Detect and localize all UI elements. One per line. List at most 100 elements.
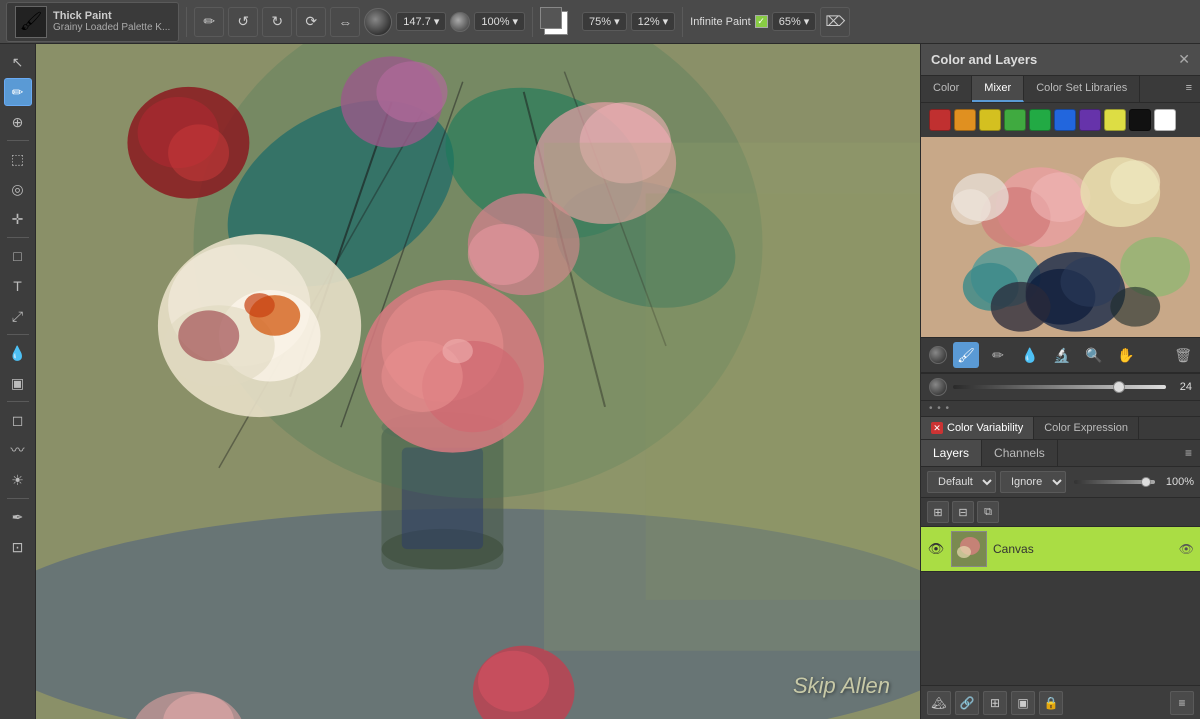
sep1 [186, 7, 187, 37]
layer-duplicate-btn[interactable]: ⧉ [977, 501, 999, 523]
layer-new-btn[interactable]: ⊞ [927, 501, 949, 523]
layer-thumbnail [951, 531, 987, 567]
swatch-purple[interactable] [1079, 109, 1101, 131]
left-sep4 [7, 401, 29, 402]
cv-tab-expression[interactable]: Color Expression [1034, 417, 1139, 439]
layer-item-canvas[interactable]: 👁 Canvas 👁 [921, 527, 1200, 572]
undo-btn[interactable]: ↺ [228, 7, 258, 37]
left-tool-transform[interactable]: ⊕ [4, 108, 32, 136]
eraser-btn[interactable]: ⌦ [820, 7, 850, 37]
layer-visibility-eye[interactable]: 👁 [927, 540, 945, 558]
zoom-control[interactable]: 65% ▾ [772, 12, 817, 31]
mixer-delete-btn[interactable]: 🗑 [1174, 347, 1192, 364]
left-tool-warp[interactable]: ⤢ [4, 302, 32, 330]
mixer-eyedropper-btn[interactable]: 💧 [1017, 342, 1043, 368]
tab-color[interactable]: Color [921, 76, 972, 102]
mixer-size-value: 24 [1172, 381, 1192, 393]
left-sep1 [7, 140, 29, 141]
swatch-yellow[interactable] [979, 109, 1001, 131]
redo-btn[interactable]: ↻ [262, 7, 292, 37]
stylus-btn[interactable]: ✏ [194, 7, 224, 37]
brush-size-circle [364, 8, 392, 36]
layer-name-canvas: Canvas [993, 542, 1173, 556]
sep3 [682, 7, 683, 37]
layers-bottom-toolbar: 🏔 🔗 ⊞ ▣ 🔒 ≡ [921, 685, 1200, 719]
mixer-hand-btn[interactable]: ✋ [1113, 342, 1139, 368]
left-tool-smear[interactable]: 〰 [4, 436, 32, 464]
left-tool-text[interactable]: T [4, 272, 32, 300]
left-tool-brush[interactable]: ✏ [4, 78, 32, 106]
swatch-white[interactable] [1154, 109, 1176, 131]
size-control[interactable]: 147.7 ▾ [396, 12, 446, 31]
canvas-painting: Skip Allen [36, 44, 920, 719]
layer-thumb-svg [952, 532, 987, 567]
layers-composite[interactable]: Ignore [1000, 471, 1066, 493]
left-tool-eyedropper[interactable]: 💧 [4, 339, 32, 367]
opacity-dropdown-icon[interactable]: ▾ [513, 15, 519, 28]
mixer-size-slider[interactable] [953, 385, 1166, 389]
swatch-red[interactable] [929, 109, 951, 131]
left-tool-pointer[interactable]: ↖ [4, 48, 32, 76]
flow-control[interactable]: 75% ▾ [582, 12, 627, 31]
rotate-btn[interactable]: ⟳ [296, 7, 326, 37]
left-tool-rectangle[interactable]: □ [4, 242, 32, 270]
layers-tab-menu[interactable]: ≡ [1177, 440, 1200, 466]
swatch-green1[interactable] [1004, 109, 1026, 131]
left-tool-eraser[interactable]: ◻ [4, 406, 32, 434]
left-tool-pen[interactable]: ✒ [4, 503, 32, 531]
swatch-blue[interactable] [1054, 109, 1076, 131]
swatch-black[interactable] [1129, 109, 1151, 131]
mixer-zoom-btn[interactable]: 🔍 [1081, 342, 1107, 368]
layer-lock-icon[interactable]: 👁 [1179, 542, 1194, 556]
tab-channels[interactable]: Channels [982, 440, 1058, 466]
layers-bottom-menu[interactable]: ≡ [1170, 691, 1194, 715]
swatch-yellow2[interactable] [1104, 109, 1126, 131]
panel-title: Color and Layers [931, 52, 1037, 67]
layers-opacity-slider[interactable] [1074, 480, 1155, 484]
infinite-paint-checkbox[interactable]: ✓ [755, 15, 768, 28]
color-tab-menu[interactable]: ≡ [1178, 76, 1200, 102]
bleed-dropdown-icon[interactable]: ▾ [663, 15, 669, 28]
brush-opacity-circle [450, 12, 470, 32]
tab-libraries[interactable]: Color Set Libraries [1024, 76, 1140, 102]
cv-tab-variability[interactable]: ✕ Color Variability [921, 417, 1034, 439]
layers-bottom-add[interactable]: 🏔 [927, 691, 951, 715]
layers-bottom-merge[interactable]: ▣ [1011, 691, 1035, 715]
swatch-green2[interactable] [1029, 109, 1051, 131]
canvas-area[interactable]: Skip Allen [36, 44, 920, 719]
layers-section: Layers Channels ≡ Default Ignore 100% [921, 440, 1200, 719]
left-tool-move[interactable]: ✛ [4, 205, 32, 233]
layer-group-btn[interactable]: ⊟ [952, 501, 974, 523]
layers-content-area [921, 572, 1200, 685]
panel-title-bar: Color and Layers ✕ [921, 44, 1200, 76]
size-dropdown-icon[interactable]: ▾ [434, 15, 440, 28]
opacity-control[interactable]: 100% ▾ [474, 12, 525, 31]
mixer-pen-btn[interactable]: ✏ [985, 342, 1011, 368]
tab-layers[interactable]: Layers [921, 440, 982, 466]
left-tool-burn[interactable]: ☀ [4, 466, 32, 494]
mixer-brush-btn[interactable]: 🖌 [953, 342, 979, 368]
left-tool-lasso[interactable]: ◎ [4, 175, 32, 203]
zoom-dropdown-icon[interactable]: ▾ [804, 15, 810, 28]
panel-close-btn[interactable]: ✕ [1178, 51, 1190, 68]
foreground-swatch[interactable] [540, 7, 562, 29]
layers-blend-mode[interactable]: Default [927, 471, 996, 493]
layers-bottom-group[interactable]: ⊞ [983, 691, 1007, 715]
layers-row-controls: ⊞ ⊟ ⧉ [921, 498, 1200, 527]
layers-bottom-lock[interactable]: 🔒 [1039, 691, 1063, 715]
left-toolbar: ↖ ✏ ⊕ ⬚ ◎ ✛ □ T ⤢ 💧 ▣ ◻ 〰 ☀ ✒ ⊡ [0, 44, 36, 719]
brush-info[interactable]: 🖌 Thick Paint Grainy Loaded Palette K... [6, 2, 179, 42]
left-tool-selection-rect[interactable]: ⬚ [4, 145, 32, 173]
left-tool-fill[interactable]: ▣ [4, 369, 32, 397]
mixer-dropper2-btn[interactable]: 🔬 [1049, 342, 1075, 368]
flow-dropdown-icon[interactable]: ▾ [614, 15, 620, 28]
left-sep2 [7, 237, 29, 238]
mirror-btn[interactable]: ⇔ [330, 7, 360, 37]
layers-bottom-link[interactable]: 🔗 [955, 691, 979, 715]
tab-mixer[interactable]: Mixer [972, 76, 1024, 102]
bleed-control[interactable]: 12% ▾ [631, 12, 676, 31]
left-tool-crop[interactable]: ⊡ [4, 533, 32, 561]
swatch-orange[interactable] [954, 109, 976, 131]
color-swatch-pair[interactable] [540, 7, 578, 37]
mixer-canvas[interactable] [921, 137, 1200, 337]
